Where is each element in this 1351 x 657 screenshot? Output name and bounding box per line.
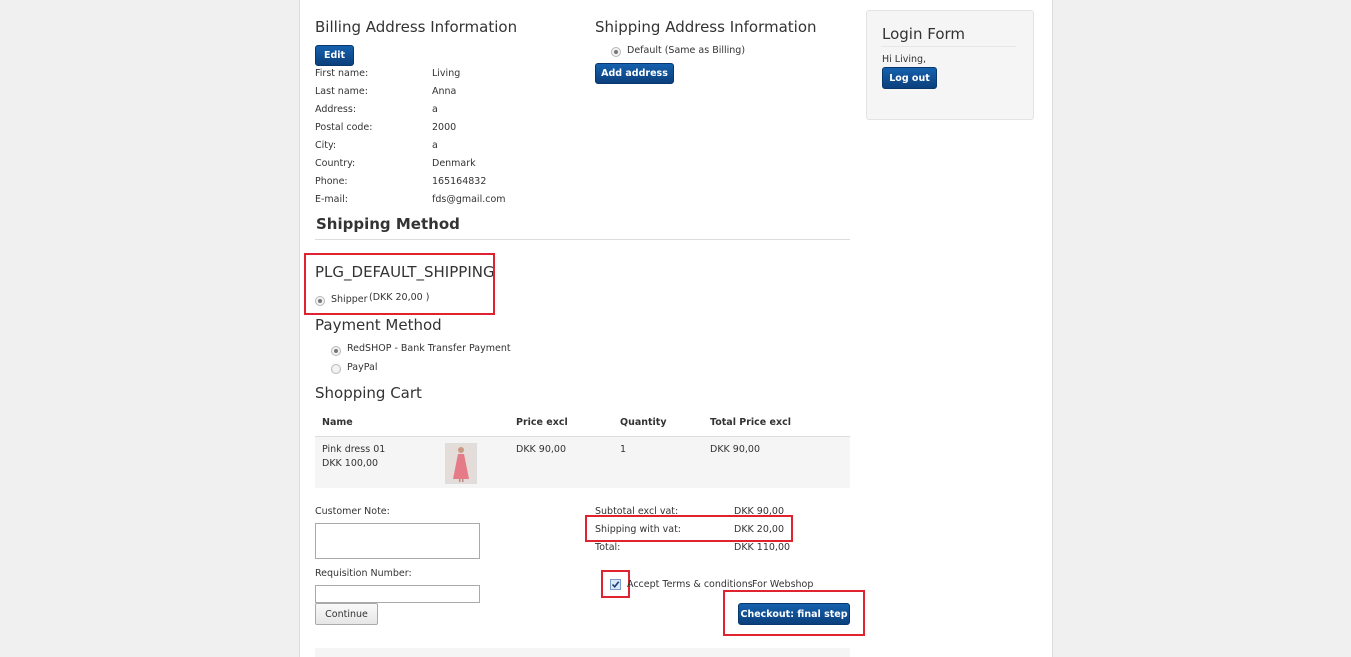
billing-field-label: Address:	[315, 104, 357, 115]
table-row	[315, 437, 850, 488]
customer-note-label: Customer Note:	[315, 506, 390, 517]
billing-field-value: 165164832	[432, 176, 487, 187]
product-price: DKK 90,00	[516, 444, 566, 455]
add-address-button[interactable]: Add address	[595, 63, 674, 84]
login-divider	[881, 46, 1016, 47]
product-thumbnail[interactable]	[445, 443, 477, 484]
product-total: DKK 90,00	[710, 444, 760, 455]
shipping-method-title: Shipping Method	[316, 215, 460, 233]
requisition-label: Requisition Number:	[315, 568, 412, 579]
cart-header-total: Total Price excl	[710, 417, 792, 428]
paypal-label: PayPal	[347, 362, 378, 373]
bank-transfer-radio[interactable]	[331, 346, 341, 356]
billing-field-label: Last name:	[315, 86, 368, 97]
logout-button[interactable]: Log out	[882, 67, 937, 89]
payment-method-title: Payment Method	[315, 316, 442, 334]
shipping-cost-highlight	[585, 515, 793, 542]
total-label: Total:	[595, 542, 621, 553]
billing-field-label: City:	[315, 140, 337, 151]
edit-billing-button[interactable]: Edit	[315, 45, 354, 66]
billing-field-value: a	[432, 104, 438, 115]
billing-field-value: 2000	[432, 122, 457, 133]
section-divider	[315, 239, 850, 240]
login-form-title: Login Form	[882, 25, 966, 43]
billing-field-label: Country:	[315, 158, 356, 169]
shipping-method-highlight	[304, 253, 495, 315]
product-link[interactable]: Pink dress 01	[322, 444, 385, 455]
default-address-radio[interactable]	[611, 47, 621, 57]
bank-transfer-label: RedSHOP - Bank Transfer Payment	[347, 343, 511, 354]
customer-note-textarea[interactable]	[315, 523, 480, 559]
billing-field-label: Phone:	[315, 176, 348, 187]
checkout-highlight	[723, 590, 865, 636]
requisition-input[interactable]	[315, 585, 480, 603]
cart-header-name: Name	[322, 417, 353, 428]
billing-email-link[interactable]: fds@gmail.com	[432, 194, 506, 205]
shopping-cart-title: Shopping Cart	[315, 384, 422, 402]
billing-field-label: First name:	[315, 68, 369, 79]
shipping-address-title: Shipping Address Information	[595, 18, 817, 36]
billing-field-value: a	[432, 140, 438, 151]
billing-field-value: Denmark	[432, 158, 476, 169]
total-value: DKK 110,00	[734, 542, 791, 553]
billing-field-value: Anna	[432, 86, 457, 97]
footer-panel	[315, 648, 850, 657]
paypal-radio[interactable]	[331, 364, 341, 374]
cart-header-price: Price excl	[516, 417, 568, 428]
dress-icon	[453, 447, 469, 482]
billing-field-label: E-mail:	[315, 194, 348, 205]
billing-title: Billing Address Information	[315, 18, 518, 36]
billing-field-label: Postal code:	[315, 122, 373, 133]
continue-button[interactable]: Continue	[315, 603, 378, 625]
cart-header-quantity: Quantity	[620, 417, 667, 428]
default-address-label: Default (Same as Billing)	[627, 45, 746, 56]
login-greeting: Hi Living,	[882, 54, 927, 65]
product-original-price: DKK 100,00	[322, 458, 379, 469]
terms-label: Accept Terms & conditions	[627, 579, 753, 590]
billing-field-value: Living	[432, 68, 461, 79]
terms-checkbox-highlight	[601, 570, 630, 598]
product-quantity: 1	[620, 444, 627, 455]
terms-link[interactable]: For Webshop	[752, 579, 813, 590]
